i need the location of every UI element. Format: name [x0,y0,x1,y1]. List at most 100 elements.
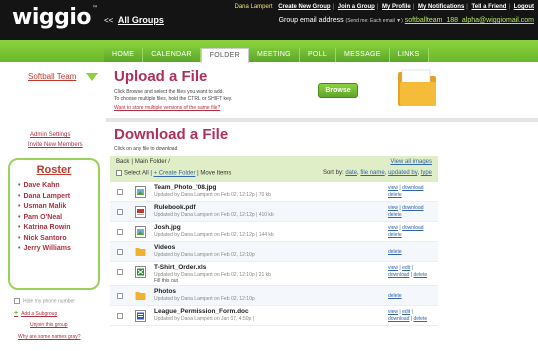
add-subgroup-label: Add a Subgroup [21,311,58,317]
edit-link[interactable]: edit [402,265,410,271]
join-group-link[interactable]: Join a Group [338,4,375,10]
download-link[interactable]: download [402,185,423,191]
roster-member[interactable]: Katrina Rowin [18,223,98,234]
roster-member[interactable]: Dave Kahn [18,181,98,192]
all-groups-link[interactable]: << All Groups [104,15,164,25]
roster-member[interactable]: Jerry Williams [18,244,98,255]
file-row[interactable]: League_Permission_Form.doc Updated by Da… [110,306,438,326]
create-new-group-link[interactable]: Create New Group [278,4,330,10]
file-name[interactable]: Josh.jpg [154,224,181,231]
delete-link[interactable]: delete [388,293,402,299]
file-row[interactable]: T-Shirt_Order.xls Updated by Dana Lamper… [110,262,438,286]
sort-by-date[interactable]: date [345,170,357,176]
logout-link[interactable]: Logout [514,4,534,10]
file-row-actions: view | download delete [388,225,424,238]
view-link[interactable]: view [388,205,398,211]
delete-link[interactable]: delete [388,192,402,198]
folder-name[interactable]: Videos [154,244,175,251]
view-link[interactable]: view [388,265,398,271]
file-name[interactable]: Rulebook.pdf [154,204,196,211]
file-name[interactable]: T-Shirt_Order.xls [154,264,206,271]
invite-members-link[interactable]: Invite New Members [28,142,83,148]
roster-title[interactable]: Roster [10,164,98,176]
move-items-link[interactable]: Move Items [200,171,231,177]
breadcrumb: Back | Main Folder / [116,159,170,165]
file-name[interactable]: League_Permission_Form.doc [154,308,249,315]
logo-trademark: ™ [92,5,98,12]
view-link[interactable]: view [388,225,398,231]
file-checkbox[interactable] [117,189,123,195]
file-note: Fill this out [154,278,178,284]
delete-link[interactable]: delete [413,272,427,278]
add-subgroup-link[interactable]: + Add a Subgroup [14,310,57,317]
team-selector[interactable]: Softball Team [28,72,76,81]
sort-by-file-name[interactable]: file name [360,170,384,176]
edit-link[interactable]: edit [402,309,410,315]
file-meta: Updated by Dana Lampert on Feb 02, 12:12… [154,192,271,198]
upload-instruction-2: To choose multiple files, hold the CTRL … [114,95,233,102]
roster-member[interactable]: Usman Malik [18,202,98,213]
tab-folder[interactable]: FOLDER [200,48,249,63]
tab-links[interactable]: LINKS [389,48,429,62]
file-checkbox[interactable] [117,229,123,235]
tell-a-friend-link[interactable]: Tell a Friend [472,4,507,10]
download-link[interactable]: download [388,272,409,278]
download-link[interactable]: download [388,316,409,322]
file-checkbox[interactable] [117,249,123,255]
delete-link[interactable]: delete [413,316,427,322]
roster-member[interactable]: Pam O'Neal [18,213,98,224]
sort-by-type[interactable]: type [421,170,432,176]
roster-member[interactable]: Dana Lampert [18,192,98,203]
tab-calendar[interactable]: CALENDAR [143,48,201,62]
select-all-checkbox[interactable] [116,170,122,176]
download-link[interactable]: download [402,225,423,231]
file-name[interactable]: Team_Photo_'08.jpg [154,184,216,191]
sort-by-updated-by[interactable]: updated by [388,170,417,176]
admin-settings-link[interactable]: Admin Settings [30,132,70,138]
roster-member[interactable]: Nick Santoro [18,234,98,245]
view-all-images-link[interactable]: View all images [390,159,432,165]
folder-row[interactable]: Videos Updated by Dana Lampert on Feb 02… [110,242,438,262]
my-profile-link[interactable]: My Profile [382,4,411,10]
browse-button[interactable]: Browse [318,83,358,98]
email-frequency-select[interactable]: (Send me: Each email ▼) [346,18,403,24]
file-row-actions: view | edit | download | delete [388,309,428,322]
wiggio-logo[interactable]: wiggio™ [12,5,98,30]
back-link[interactable]: Back [116,159,129,165]
view-link[interactable]: view [388,309,398,315]
group-email-address[interactable]: softballteam_188_alpha@wiggiomail.com [405,17,534,24]
hide-phone-checkbox[interactable] [14,298,20,304]
file-checkbox[interactable] [117,293,123,299]
file-checkbox[interactable] [117,269,123,275]
my-notifications-link[interactable]: My Notifications [418,4,464,10]
unjoin-group-link[interactable]: Unjoin this group [30,322,68,328]
tab-home[interactable]: HOME [104,48,144,62]
hide-phone-option[interactable]: Hide my phone number [14,298,75,304]
tab-meeting[interactable]: MEETING [248,48,300,62]
dropdown-triangle-icon[interactable] [86,73,98,81]
why-gray-names-link[interactable]: Why are some names gray? [18,334,81,340]
file-row-actions: delete [388,293,440,300]
view-link[interactable]: view [388,185,398,191]
delete-link[interactable]: delete [388,249,402,255]
file-checkbox[interactable] [117,209,123,215]
delete-link[interactable]: delete [388,232,402,238]
file-meta: Updated by Dana Lampert on Feb 02, 12:10… [154,252,255,258]
folder-icon [135,248,146,256]
file-versions-link[interactable]: Want to store multiple versions of the s… [114,105,220,111]
file-toolbar: Back | Main Folder / View all images Selec… [110,156,438,182]
download-link[interactable]: download [402,205,423,211]
file-meta: Updated by Dana Lampert on Feb 02, 12:12… [154,212,274,218]
select-all-label[interactable]: Select All [124,171,149,177]
delete-link[interactable]: delete [388,212,402,218]
spreadsheet-file-icon [135,266,146,278]
tab-poll[interactable]: POLL [299,48,337,62]
folder-name[interactable]: Photos [154,288,176,295]
tab-message[interactable]: MESSAGE [336,48,390,62]
file-row[interactable]: Rulebook.pdf Updated by Dana Lampert on … [110,202,438,222]
folder-row[interactable]: Photos Updated by Dana Lampert on Feb 02… [110,286,438,306]
file-row[interactable]: Team_Photo_'08.jpg Updated by Dana Lampe… [110,182,438,202]
file-row[interactable]: Josh.jpg Updated by Dana Lampert on Feb … [110,222,438,242]
file-checkbox[interactable] [117,313,123,319]
create-folder-link[interactable]: + Create Folder [154,171,196,177]
